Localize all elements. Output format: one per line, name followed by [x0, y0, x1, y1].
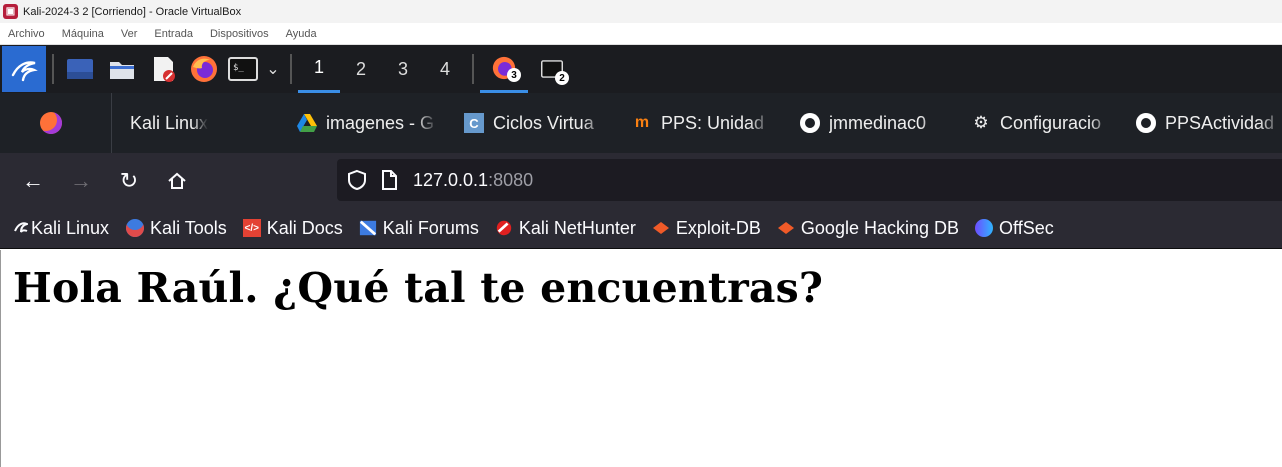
- menu-ayuda[interactable]: Ayuda: [286, 28, 317, 40]
- tab-label: jmmedinac0: [829, 112, 927, 133]
- bookmark-exploit-db[interactable]: Exploit-DB: [652, 218, 761, 239]
- menu-archivo[interactable]: Archivo: [8, 28, 45, 40]
- tab-kali-linux[interactable]: Kali Linux: [112, 93, 282, 153]
- chevron-down-icon: ⌄: [266, 61, 280, 78]
- moodle-in-icon: m: [634, 114, 650, 131]
- svg-text:$_: $_: [233, 63, 244, 73]
- tab-label: PPS: Unidad: [661, 112, 765, 133]
- page-icon: [382, 170, 397, 190]
- file-manager-button[interactable]: [100, 45, 144, 93]
- terminal-dropdown[interactable]: ⌄: [262, 45, 284, 93]
- home-icon: [168, 172, 186, 189]
- shield-icon: [348, 169, 366, 191]
- tab-label: Kali Linux: [130, 112, 209, 133]
- exploit-db-icon: [652, 219, 670, 237]
- back-button[interactable]: ←: [9, 161, 57, 201]
- taskbar-terminal[interactable]: 2: [528, 45, 576, 93]
- menu-maquina[interactable]: Máquina: [62, 28, 104, 40]
- window-count-badge: 3: [507, 68, 521, 82]
- workspace-2[interactable]: 2: [340, 45, 382, 93]
- text-editor-button[interactable]: [144, 45, 184, 93]
- firefox-icon: [40, 112, 62, 134]
- tab-firefox-view[interactable]: [0, 93, 112, 153]
- kali-tools-icon: [126, 219, 145, 237]
- kali-docs-icon: </>: [242, 219, 261, 237]
- bookmark-google-hacking-db[interactable]: Google Hacking DB: [777, 218, 959, 239]
- browser-tab-strip: Kali Linux imagenes - G C Ciclos Virtua …: [0, 93, 1282, 153]
- bookmark-kali-forums[interactable]: Kali Forums: [359, 218, 479, 239]
- menu-ver[interactable]: Ver: [121, 28, 138, 40]
- nethunter-icon: [495, 219, 513, 237]
- menu-dispositivos[interactable]: Dispositivos: [210, 28, 269, 40]
- tab-label: PPSActividad: [1165, 112, 1275, 133]
- forward-button[interactable]: →: [57, 161, 105, 201]
- page-heading: Hola Raúl. ¿Qué tal te encuentras?: [13, 264, 824, 312]
- kali-menu-button[interactable]: [2, 46, 46, 92]
- url-text: 127.0.0.1:8080: [413, 170, 533, 191]
- workspace-1[interactable]: 1: [298, 45, 340, 93]
- text-editor-icon: [154, 57, 175, 82]
- vbox-menu-bar: Archivo Máquina Ver Entrada Dispositivos…: [0, 23, 1282, 45]
- moodle-icon: C: [464, 113, 484, 133]
- github-icon: [1136, 113, 1156, 133]
- desktop-icon: [67, 59, 93, 79]
- url-port: :8080: [488, 169, 534, 190]
- menu-entrada[interactable]: Entrada: [154, 28, 193, 40]
- kali-panel: $_ ⌄ 1 2 3 4 3 2: [0, 45, 1282, 93]
- panel-separator: [290, 54, 292, 84]
- taskbar-firefox[interactable]: 3: [480, 45, 528, 93]
- vbox-title-bar: ▣ Kali-2024-3 2 [Corriendo] - Oracle Vir…: [0, 0, 1282, 23]
- bookmark-kali-nethunter[interactable]: Kali NetHunter: [495, 218, 636, 239]
- tab-jmmedinac[interactable]: jmmedinac0: [783, 93, 953, 153]
- virtualbox-icon: ▣: [3, 4, 18, 19]
- show-desktop-button[interactable]: [60, 45, 100, 93]
- panel-separator: [472, 54, 474, 84]
- url-bar[interactable]: 127.0.0.1:8080: [337, 159, 1282, 201]
- tab-imagenes[interactable]: imagenes - G: [282, 93, 447, 153]
- firefox-launcher[interactable]: [184, 45, 224, 93]
- reload-button[interactable]: ↻: [105, 161, 153, 201]
- tab-configuracion[interactable]: ⚙ Configuracio: [953, 93, 1119, 153]
- google-drive-icon: [297, 113, 317, 133]
- bookmark-kali-docs[interactable]: </> Kali Docs: [242, 218, 343, 239]
- offsec-icon: [975, 219, 994, 237]
- tab-label: imagenes - G: [326, 112, 435, 133]
- home-button[interactable]: [153, 161, 201, 201]
- bookmarks-toolbar: Kali Linux Kali Tools </> Kali Docs Kali…: [0, 208, 1282, 249]
- arrow-left-icon: ←: [22, 167, 44, 193]
- bookmark-offsec[interactable]: OffSec: [975, 218, 1054, 239]
- tab-label: Ciclos Virtua: [493, 112, 594, 133]
- tab-ciclos-virtuales[interactable]: C Ciclos Virtua: [447, 93, 617, 153]
- kali-dragon-icon: [14, 219, 28, 237]
- tab-pps-unidad[interactable]: m PPS: Unidad: [617, 93, 783, 153]
- firefox-icon: [191, 56, 217, 82]
- terminal-launcher[interactable]: $_: [224, 45, 262, 93]
- navigation-toolbar: ← → ↻ 127.0.0.1:8080: [0, 153, 1282, 208]
- terminal-icon: $_: [228, 57, 258, 81]
- bookmark-kali-linux[interactable]: Kali Linux: [14, 218, 109, 239]
- folder-icon: [110, 62, 134, 79]
- kali-forums-icon: [359, 219, 377, 237]
- tab-ppsactividad[interactable]: PPSActividad: [1119, 93, 1282, 153]
- arrow-right-icon: →: [70, 167, 92, 193]
- reload-icon: ↻: [119, 167, 139, 193]
- panel-separator: [52, 54, 54, 84]
- bookmark-kali-tools[interactable]: Kali Tools: [126, 218, 227, 239]
- workspace-4[interactable]: 4: [424, 45, 466, 93]
- page-content: Hola Raúl. ¿Qué tal te encuentras?: [0, 250, 1282, 467]
- tab-label: Configuracio: [1000, 112, 1102, 133]
- kali-dragon-icon: [11, 61, 38, 82]
- url-host: 127.0.0.1: [413, 169, 489, 190]
- workspace-3[interactable]: 3: [382, 45, 424, 93]
- window-title: Kali-2024-3 2 [Corriendo] - Oracle Virtu…: [23, 5, 242, 18]
- chatgpt-icon: ⚙: [973, 113, 989, 132]
- github-icon: [800, 113, 820, 133]
- window-count-badge: 2: [555, 71, 569, 85]
- ghdb-icon: [777, 219, 795, 237]
